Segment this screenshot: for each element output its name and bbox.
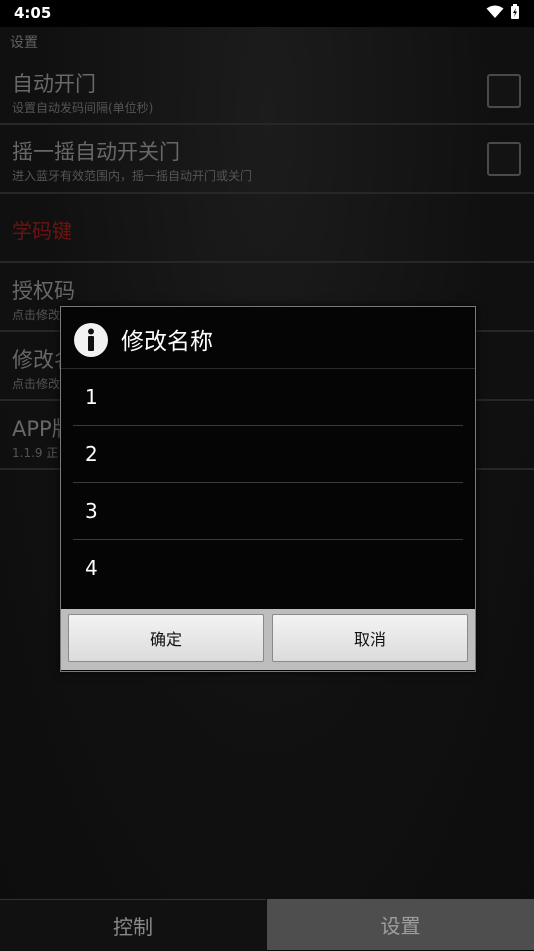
list-item-label: 1 xyxy=(85,385,98,409)
tab-settings[interactable]: 设置 xyxy=(267,899,534,950)
list-item[interactable]: 3 xyxy=(73,483,463,540)
name-list: 1 2 3 4 xyxy=(61,369,475,609)
list-item-label: 4 xyxy=(85,556,98,580)
ok-button[interactable]: 确定 xyxy=(68,614,264,662)
rename-dialog: 修改名称 1 2 3 4 确定 取消 xyxy=(60,306,476,672)
bottom-tab-bar: 控制 设置 xyxy=(0,899,534,951)
dialog-button-bar: 确定 取消 xyxy=(61,609,475,670)
status-time: 4:05 xyxy=(14,4,52,22)
wifi-icon xyxy=(486,5,504,18)
battery-charging-icon xyxy=(511,4,519,19)
list-item[interactable]: 4 xyxy=(73,540,463,596)
status-icons xyxy=(486,4,520,20)
info-icon xyxy=(74,323,108,357)
list-item[interactable]: 1 xyxy=(73,369,463,426)
list-item[interactable]: 2 xyxy=(73,426,463,483)
list-item-label: 2 xyxy=(85,442,98,466)
list-item-label: 3 xyxy=(85,499,98,523)
dialog-header: 修改名称 xyxy=(61,307,475,369)
status-bar: 4:05 xyxy=(0,0,534,27)
tab-control[interactable]: 控制 xyxy=(0,899,266,951)
cancel-button[interactable]: 取消 xyxy=(272,614,468,662)
dialog-title: 修改名称 xyxy=(121,329,213,355)
